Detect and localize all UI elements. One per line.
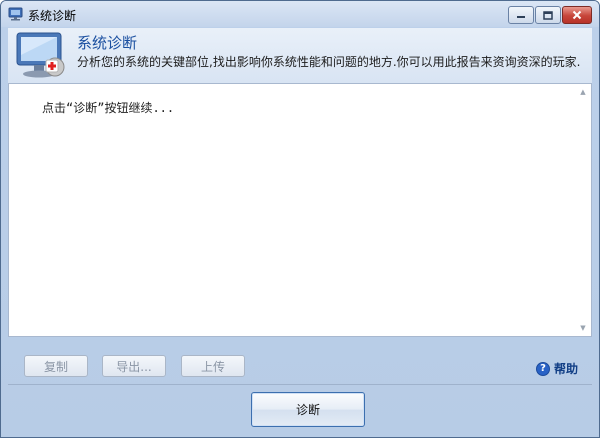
vertical-scrollbar[interactable]: ▲ ▼ — [575, 84, 591, 336]
maximize-button[interactable] — [535, 6, 561, 24]
help-label: 帮助 — [554, 362, 579, 376]
window: 系统诊断 系统诊断 分析您的系统的关键部位,找出影响你系统性能和问题的地方.你可… — [0, 0, 600, 438]
scroll-down-icon[interactable]: ▼ — [575, 320, 591, 336]
minimize-button[interactable] — [508, 6, 534, 24]
copy-button[interactable]: 复制 — [24, 355, 88, 377]
diagnose-button[interactable]: 诊断 — [251, 392, 365, 427]
upload-button[interactable]: 上传 — [181, 355, 245, 377]
divider — [8, 384, 592, 385]
help-icon: ? — [536, 361, 550, 376]
monitor-diagnose-icon — [16, 32, 65, 78]
export-button[interactable]: 导出... — [102, 355, 166, 377]
header-description: 分析您的系统的关键部位,找出影响你系统性能和问题的地方.你可以用此报告来资询资深… — [77, 55, 581, 69]
header-title: 系统诊断 — [77, 34, 138, 52]
output-text: 点击“诊断”按钮继续... — [42, 101, 175, 115]
minimize-icon — [517, 16, 525, 18]
help-link[interactable]: ? 帮助 — [536, 360, 578, 377]
close-button[interactable] — [562, 6, 592, 24]
app-icon — [8, 7, 23, 21]
diagnostic-output-area[interactable]: 点击“诊断”按钮继续... ▲ ▼ — [8, 83, 592, 337]
scroll-up-icon[interactable]: ▲ — [575, 84, 591, 100]
header-band: 系统诊断 分析您的系统的关键部位,找出影响你系统性能和问题的地方.你可以用此报告… — [8, 28, 592, 83]
window-title: 系统诊断 — [28, 9, 77, 23]
maximize-icon — [543, 10, 553, 20]
title-bar[interactable]: 系统诊断 — [1, 1, 599, 27]
close-icon — [572, 10, 582, 20]
